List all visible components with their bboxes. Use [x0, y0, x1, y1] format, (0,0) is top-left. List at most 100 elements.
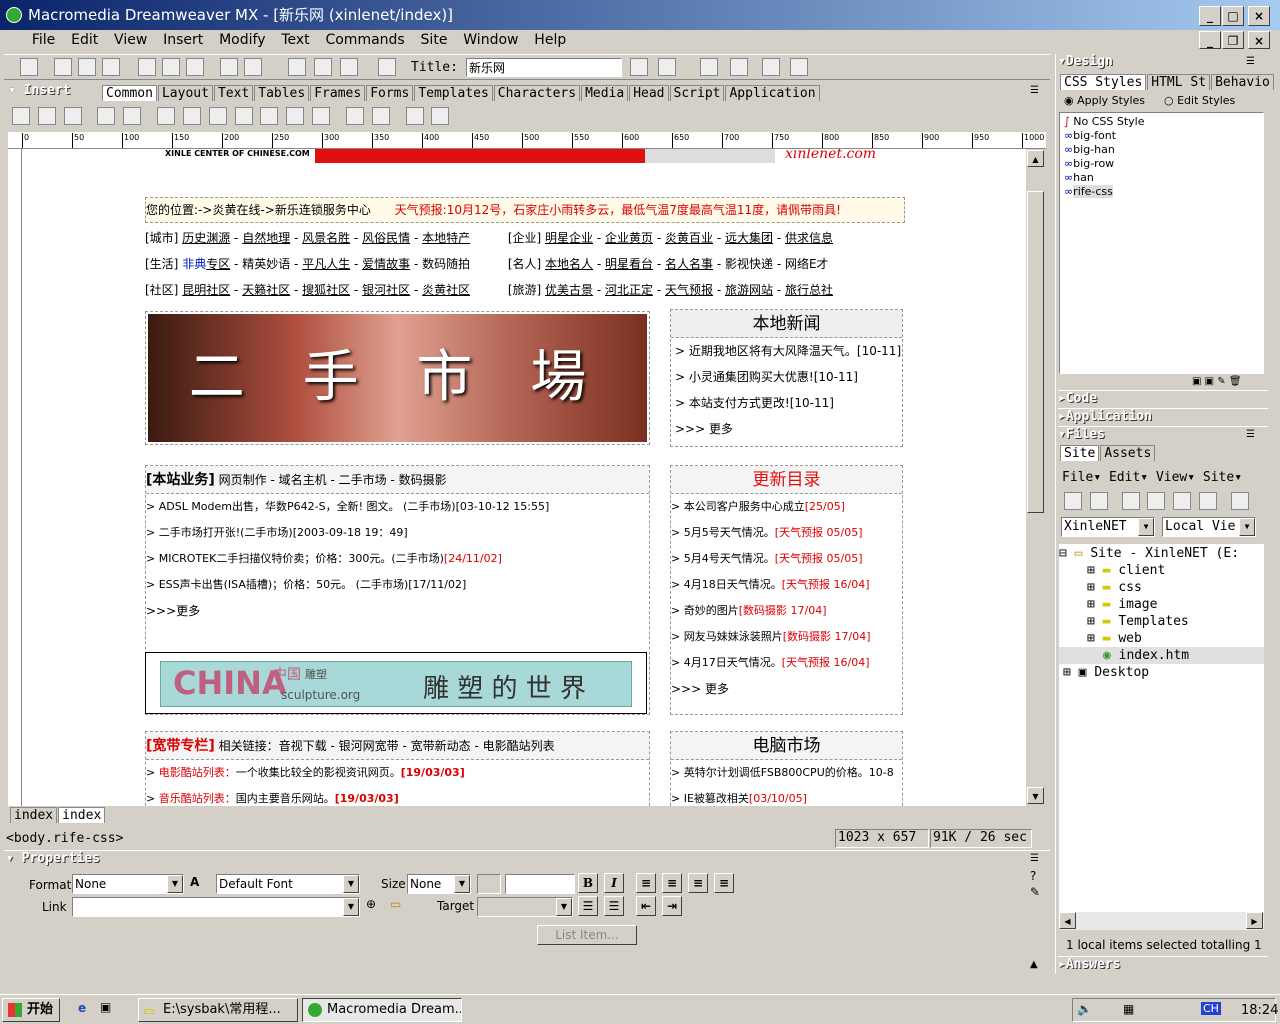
desktop-quicklaunch-icon[interactable]: ▣ — [100, 1000, 111, 1014]
link-input[interactable]: ▼ — [72, 897, 360, 917]
font-select[interactable]: Default Font ▼ — [216, 874, 360, 894]
tree-folder[interactable]: ⊞ ▬ Templates — [1059, 613, 1264, 630]
tab-frames[interactable]: Frames — [310, 85, 366, 101]
doc-tab-index-2[interactable]: index — [58, 807, 106, 823]
nav-link[interactable]: 天籁社区 — [242, 283, 290, 297]
nav-link[interactable]: 远大集团 — [725, 231, 773, 245]
undo-icon[interactable] — [220, 58, 238, 76]
browse-folder-icon[interactable]: ▭ — [390, 897, 401, 911]
live-data-icon[interactable] — [378, 58, 396, 76]
scroll-left-button[interactable]: ◀ — [1059, 912, 1076, 929]
email-link-icon[interactable] — [37, 107, 56, 125]
nav-link[interactable]: 历史渊源 — [182, 231, 230, 245]
nav-link[interactable]: 炎黄百业 — [665, 231, 713, 245]
justify-button[interactable]: ≡ — [714, 873, 734, 893]
tag-selector[interactable]: <body.rife-css> — [6, 831, 123, 846]
preview-browser-icon[interactable] — [658, 58, 676, 76]
task-dreamweaver[interactable]: Macromedia Dream... — [302, 998, 462, 1022]
business-item-link[interactable]: ESS声卡出售(ISA插槽)；价格：50元。 — [159, 578, 352, 591]
text-color-input[interactable] — [505, 874, 575, 894]
tab-html-styles[interactable]: HTML St — [1147, 74, 1211, 90]
nav-link[interactable]: 旅游网站 — [725, 283, 773, 297]
align-center-button[interactable]: ≡ — [662, 873, 682, 893]
copy-icon[interactable] — [162, 58, 180, 76]
new-file-icon[interactable] — [20, 58, 38, 76]
design-panel-header[interactable]: ▾Design — [1058, 54, 1268, 72]
nav-link[interactable]: 爱情故事 — [362, 257, 410, 271]
update-link[interactable]: 网友马妹妹泳装照片 — [684, 630, 783, 643]
delete-style-icon[interactable]: 🗑 — [1229, 376, 1242, 387]
files-menu-site[interactable]: Site — [1203, 470, 1234, 485]
check-in-icon[interactable] — [1199, 492, 1218, 510]
nav-link[interactable]: 供求信息 — [785, 231, 833, 245]
tabular-data-icon[interactable] — [371, 107, 390, 125]
tag-chooser-icon[interactable] — [431, 107, 450, 125]
tree-folder[interactable]: ⊞ ▬ image — [1059, 596, 1264, 613]
nav-link[interactable]: 搜狐社区 — [302, 283, 350, 297]
reference-icon[interactable] — [730, 58, 748, 76]
broadband-link[interactable]: 宽带新动态 — [411, 739, 471, 753]
doc-restore-button[interactable]: ❐ — [1222, 31, 1244, 49]
ime-icon[interactable]: CH — [1201, 1002, 1221, 1015]
doc-tab-index-1[interactable]: index — [10, 807, 58, 823]
nav-link[interactable]: 优美古景 — [545, 283, 593, 297]
unordered-list-button[interactable]: ☰ — [578, 896, 598, 916]
ordered-list-button[interactable]: ☰ — [604, 896, 624, 916]
minimize-button[interactable]: _ — [1199, 6, 1221, 26]
business-link[interactable]: 数码摄影 — [399, 473, 447, 487]
expand-panel-icon[interactable] — [1230, 492, 1249, 510]
nav-link[interactable]: 自然地理 — [242, 231, 290, 245]
files-options-icon[interactable]: ☰ — [1246, 429, 1255, 440]
split-view-icon[interactable] — [314, 58, 332, 76]
menu-window[interactable]: Window — [457, 30, 524, 50]
edit-style-icon[interactable]: ✎ — [1217, 376, 1225, 387]
broadband-link[interactable]: 银河网宽带 — [339, 739, 399, 753]
nav-link[interactable]: 企业黄页 — [605, 231, 653, 245]
tree-folder[interactable]: ⊞ ▬ client — [1059, 562, 1264, 579]
edit-styles-radio[interactable]: ○ Edit Styles — [1164, 94, 1235, 107]
tab-forms[interactable]: Forms — [366, 85, 414, 101]
code-view-icon[interactable] — [288, 58, 306, 76]
nav-link[interactable]: 明星企业 — [545, 231, 593, 245]
tab-templates[interactable]: Templates — [414, 85, 493, 101]
nav-link[interactable]: 昆明社区 — [182, 283, 230, 297]
network-icon[interactable]: ▦ — [1123, 1002, 1134, 1016]
get-file-icon[interactable] — [1121, 492, 1140, 510]
nav-link[interactable]: 数码随拍 — [422, 257, 470, 271]
tab-layout[interactable]: Layout — [157, 85, 213, 101]
indent-button[interactable]: ⇥ — [662, 896, 682, 916]
bold-button[interactable]: B — [578, 873, 598, 893]
refresh-icon[interactable] — [1089, 492, 1108, 510]
menu-file[interactable]: File — [26, 30, 61, 50]
flash-icon[interactable] — [234, 107, 253, 125]
nav-link[interactable]: 专区 — [206, 257, 230, 271]
nav-link[interactable]: 旅行总社 — [785, 283, 833, 297]
code-navigation-icon[interactable] — [762, 58, 780, 76]
menu-edit[interactable]: Edit — [65, 30, 104, 50]
design-view-icon[interactable] — [340, 58, 358, 76]
view-select[interactable]: Local Vie ▼ — [1162, 517, 1256, 537]
format-select[interactable]: None ▼ — [72, 874, 184, 894]
date-icon[interactable] — [345, 107, 364, 125]
panel-options-icon[interactable]: ☰ — [1030, 85, 1039, 96]
file-management-icon[interactable] — [630, 58, 648, 76]
site-select[interactable]: XinleNET ▼ — [1061, 517, 1155, 537]
update-link[interactable]: 5月4号天气情况。 — [684, 552, 775, 565]
volume-icon[interactable]: 🔈 — [1077, 1002, 1092, 1016]
nav-link[interactable]: 明星看台 — [605, 257, 653, 271]
update-link[interactable]: 4月18日天气情况。 — [684, 578, 782, 591]
doc-close-button[interactable]: × — [1248, 31, 1270, 49]
scroll-up-button[interactable]: ▲ — [1027, 150, 1044, 167]
business-link[interactable]: 域名主机 — [279, 473, 327, 487]
nav-link[interactable]: 平凡人生 — [302, 257, 350, 271]
menu-site[interactable]: Site — [415, 30, 454, 50]
maximize-button[interactable]: □ — [1222, 6, 1244, 26]
location-link[interactable]: 炎黄在线 — [212, 203, 260, 217]
tab-script[interactable]: Script — [669, 85, 725, 101]
menu-help[interactable]: Help — [528, 30, 572, 50]
cut-icon[interactable] — [138, 58, 156, 76]
nav-link[interactable]: 精英妙语 — [242, 257, 290, 271]
tab-site[interactable]: Site — [1060, 445, 1100, 461]
align-right-button[interactable]: ≡ — [688, 873, 708, 893]
files-menu-view[interactable]: View — [1156, 470, 1187, 485]
